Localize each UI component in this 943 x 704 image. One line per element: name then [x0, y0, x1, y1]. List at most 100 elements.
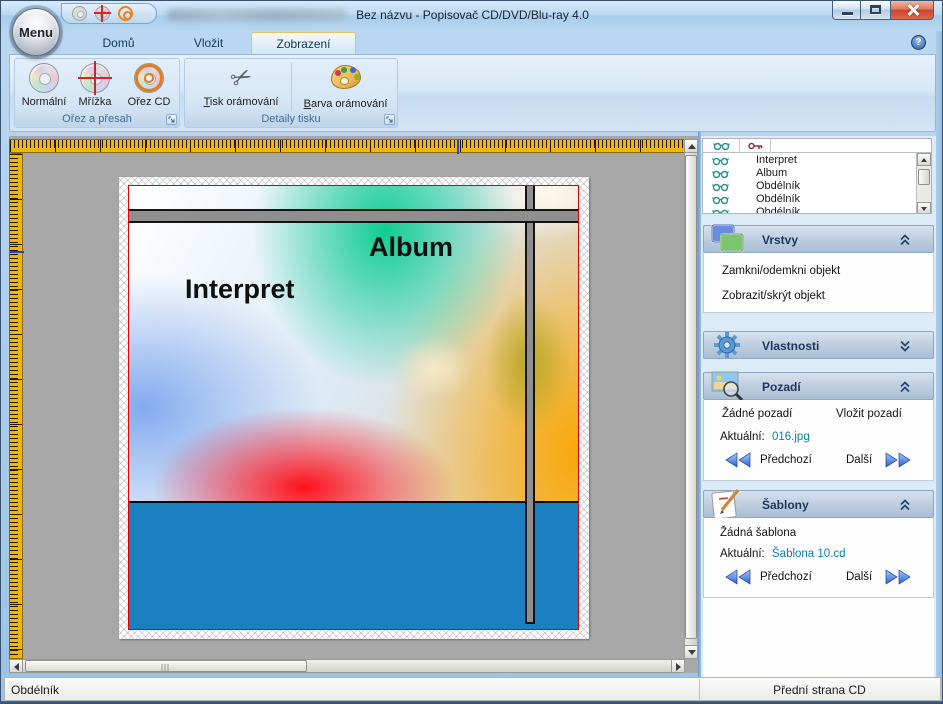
object-label: Interpret [756, 154, 797, 167]
dialog-launcher-icon[interactable] [166, 114, 177, 125]
cd-cover-content: Interpret Album [128, 185, 579, 630]
dialog-launcher-icon[interactable] [384, 114, 395, 125]
object-label: Album [756, 167, 787, 180]
object-list-item[interactable]: Interpret [703, 154, 915, 167]
scrollbar-thumb[interactable] [918, 169, 930, 185]
rectangle-object-bottom[interactable] [129, 501, 578, 629]
show-hide-object-item[interactable]: Zobrazit/skrýt objekt [722, 290, 825, 302]
status-separator [699, 679, 700, 701]
text-object-interpret[interactable]: Interpret [185, 274, 295, 305]
chevron-double-up-icon[interactable] [899, 381, 911, 393]
ruler-position-marker [10, 251, 24, 253]
normal-view-button[interactable]: Normální [18, 61, 70, 113]
panel-header-vlastnosti[interactable]: Vlastnosti [703, 331, 934, 359]
object-list: Interpret Album Obdélník Obdélník Obdéln… [702, 138, 932, 214]
object-list-item[interactable]: Obdélník [703, 206, 915, 214]
vertical-scrollbar-thumb[interactable] [685, 155, 697, 639]
double-arrow-left-icon[interactable] [724, 569, 752, 585]
current-label: Aktuální: [720, 548, 765, 560]
group-separator [291, 63, 292, 111]
scroll-left-button[interactable] [9, 659, 23, 673]
glasses-icon[interactable] [712, 169, 730, 179]
group-label: Detaily tisku [185, 112, 397, 127]
double-arrow-right-icon[interactable] [884, 452, 912, 468]
close-button[interactable] [890, 1, 934, 20]
panel-body-pozadi: Žádné pozadí Vložit pozadí Aktuální: 016… [703, 400, 934, 481]
panel-body-sablony: Žádná šablona Aktuální: Šablona 10.cd Př… [703, 518, 934, 598]
object-list-item[interactable]: Obdélník [703, 193, 915, 206]
lock-column-header[interactable] [740, 139, 771, 153]
no-background-link[interactable]: Žádné pozadí [722, 408, 792, 420]
canvas-horizontal-scrollbar[interactable] [9, 659, 685, 673]
scroll-down-button[interactable] [684, 645, 698, 659]
minimize-button[interactable] [832, 1, 861, 20]
object-label: Obdélník [756, 193, 800, 206]
object-list-scrollbar[interactable] [916, 153, 931, 214]
tab-vlozit[interactable]: Vložit [166, 32, 251, 54]
arrow-up-icon [688, 144, 696, 149]
previous-background-button[interactable]: Předchozí [760, 454, 812, 466]
double-arrow-right-icon[interactable] [884, 569, 912, 585]
chevron-double-up-icon[interactable] [899, 499, 911, 511]
glasses-icon[interactable] [712, 195, 730, 205]
help-icon[interactable]: ? [911, 35, 926, 50]
chevron-double-up-icon[interactable] [899, 234, 911, 246]
double-arrow-left-icon[interactable] [724, 452, 752, 468]
glasses-icon[interactable] [712, 208, 730, 214]
cd-cover-page[interactable]: Interpret Album [119, 177, 589, 639]
glasses-icon[interactable] [712, 156, 730, 166]
glasses-icon [713, 141, 731, 151]
arrow-down-icon [921, 207, 927, 211]
panel-header-pozadi[interactable]: Pozadí [703, 372, 934, 400]
close-icon [907, 4, 919, 16]
border-color-button[interactable]: Barva orámování [295, 61, 396, 113]
scroll-down-button[interactable] [917, 202, 931, 214]
no-template-link[interactable]: Žádná šablona [720, 527, 796, 539]
panel-body-vrstvy: Zamkni/odemkni objekt Zobrazit/skrýt obj… [703, 253, 934, 313]
grid-crosshair-icon[interactable] [95, 6, 110, 21]
previous-template-button[interactable]: Předchozí [760, 571, 812, 583]
tab-zobrazeni[interactable]: Zobrazení [251, 32, 356, 54]
arrow-right-icon [676, 663, 681, 671]
visibility-column-header[interactable] [703, 139, 740, 153]
object-label: Obdélník [756, 206, 800, 214]
menu-button[interactable]: Menu [12, 8, 60, 56]
scroll-up-button[interactable] [684, 139, 698, 153]
panel-header-vrstvy[interactable]: Vrstvy [703, 225, 934, 253]
chevron-double-down-icon[interactable] [899, 340, 911, 352]
next-background-button[interactable]: Další [846, 454, 872, 466]
crop-ring-icon [144, 73, 154, 83]
app-window: Bez názvu - Popisovač CD/DVD/Blu-ray 4.0… [0, 0, 943, 704]
current-side-status: Přední strana CD [702, 683, 937, 697]
ribbon-group-detaily-tisku: ✂ Tisk orámování Barva orámování Detaily… [184, 58, 398, 128]
rectangle-object-vertical[interactable] [525, 186, 535, 624]
crop-ring-icon[interactable] [118, 6, 133, 21]
rectangle-object-horizontal[interactable] [129, 209, 578, 223]
object-list-item[interactable]: Album [703, 167, 915, 180]
palette-icon [331, 65, 361, 89]
insert-background-link[interactable]: Vložit pozadí [836, 408, 902, 420]
panel-header-sablony[interactable]: Šablony [703, 490, 934, 518]
minimize-icon [842, 12, 853, 15]
tab-domu[interactable]: Domů [71, 32, 166, 54]
vertical-ruler [9, 153, 23, 659]
maximize-button[interactable] [861, 1, 890, 20]
lock-unlock-object-item[interactable]: Zamkni/odemkni objekt [722, 265, 840, 277]
object-list-item[interactable]: Obdélník [703, 180, 915, 193]
scroll-right-button[interactable] [671, 659, 685, 673]
quick-access-toolbar [61, 3, 157, 24]
crosshair-icon [95, 6, 110, 21]
grid-view-button[interactable]: Mřížka [70, 61, 120, 113]
canvas-vertical-scrollbar[interactable] [684, 139, 698, 659]
glasses-icon[interactable] [712, 182, 730, 192]
text-object-album[interactable]: Album [369, 232, 453, 263]
horizontal-scrollbar-thumb[interactable] [25, 660, 307, 672]
panel-title: Vrstvy [762, 233, 798, 247]
ribbon-group-orez-a-presah: Normální Mřížka Ořez CD Ořez a přesah [14, 58, 180, 128]
scroll-up-button[interactable] [917, 153, 931, 166]
next-template-button[interactable]: Další [846, 571, 872, 583]
cd-disc-icon[interactable] [72, 6, 87, 21]
cd-crop-button[interactable]: Ořez CD [120, 61, 178, 113]
print-border-button[interactable]: ✂ Tisk orámování [191, 61, 291, 113]
arrow-down-icon [688, 650, 696, 655]
